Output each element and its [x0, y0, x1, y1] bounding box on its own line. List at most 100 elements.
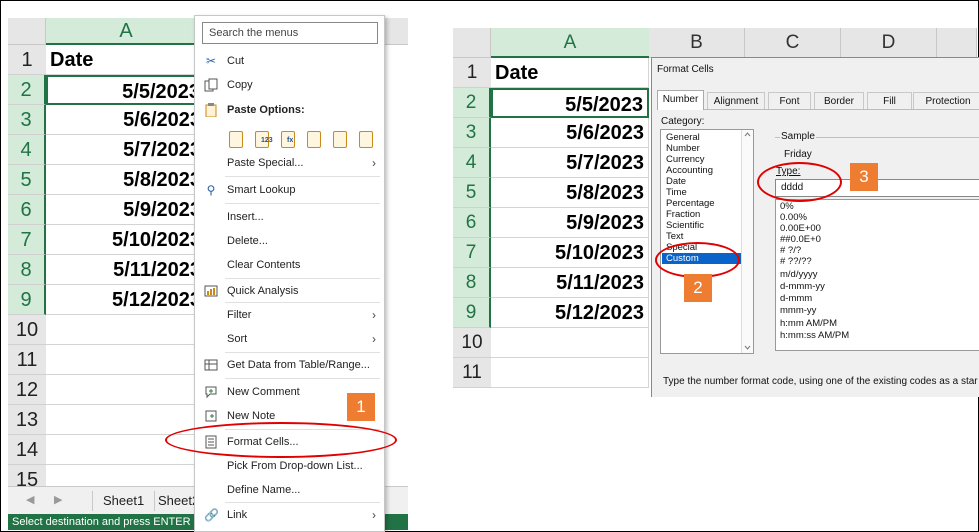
menu-item-cut[interactable]: ✂ Cut — [195, 50, 384, 72]
column-header-a[interactable]: A — [46, 18, 206, 45]
row-header[interactable]: 1 — [453, 58, 491, 88]
menu-item-quick-analysis[interactable]: Quick Analysis — [195, 280, 384, 302]
row-header[interactable]: 5 — [8, 165, 46, 195]
menu-item-filter[interactable]: Filter › — [195, 304, 384, 326]
cell-a7[interactable]: 5/10/2023 — [46, 225, 204, 255]
cell-a6[interactable]: 5/9/2023 — [46, 195, 204, 225]
format-code-item[interactable]: m/d/yyyy — [780, 269, 817, 280]
empty-cell[interactable] — [491, 358, 649, 388]
category-item[interactable]: Accounting — [666, 165, 713, 176]
row-header[interactable]: 7 — [8, 225, 46, 255]
row-header[interactable]: 2 — [8, 75, 46, 105]
row-header[interactable]: 8 — [453, 268, 491, 298]
row-header[interactable]: 2 — [453, 88, 491, 118]
column-header-e[interactable] — [937, 28, 977, 58]
row-header[interactable]: 12 — [8, 375, 46, 405]
row-header[interactable]: 13 — [8, 405, 46, 435]
cell-a2[interactable]: 5/5/2023 — [46, 75, 204, 105]
category-item[interactable]: General — [666, 132, 700, 143]
cell-a5[interactable]: 5/8/2023 — [491, 178, 649, 208]
category-item[interactable]: Text — [666, 231, 683, 242]
row-header[interactable]: 9 — [453, 298, 491, 328]
column-header-a[interactable]: A — [491, 28, 649, 58]
category-scrollbar[interactable] — [741, 130, 753, 353]
cell-a2[interactable]: 5/5/2023 — [491, 88, 649, 118]
format-code-item[interactable]: d-mmm-yy — [780, 281, 825, 292]
row-header[interactable]: 8 — [8, 255, 46, 285]
menu-item-clear-contents[interactable]: Clear Contents — [195, 254, 384, 276]
menu-item-insert[interactable]: Insert... — [195, 206, 384, 228]
empty-cell[interactable] — [46, 315, 206, 345]
empty-cell[interactable] — [46, 345, 206, 375]
cell-a4[interactable]: 5/7/2023 — [46, 135, 204, 165]
menu-item-paste-special[interactable]: Paste Special... › — [195, 152, 384, 174]
menu-item-sort[interactable]: Sort › — [195, 328, 384, 350]
cell-a1[interactable]: Date — [46, 45, 204, 75]
format-code-item[interactable]: # ??/?? — [780, 256, 812, 267]
row-header[interactable]: 6 — [8, 195, 46, 225]
paste-icon[interactable] — [225, 126, 247, 152]
row-header[interactable]: 9 — [8, 285, 46, 315]
row-header[interactable]: 14 — [8, 435, 46, 465]
paste-formulas-icon[interactable]: fx — [277, 126, 299, 152]
sheet-tab-sheet1[interactable]: Sheet1 — [92, 491, 156, 511]
scroll-right-icon[interactable]: ▶ — [54, 493, 62, 506]
category-item[interactable]: Time — [666, 187, 687, 198]
row-header[interactable]: 1 — [8, 45, 46, 75]
select-all-corner[interactable] — [8, 18, 46, 45]
paste-transpose-icon[interactable] — [303, 126, 325, 152]
menu-item-pick-from-list[interactable]: Pick From Drop-down List... — [195, 455, 384, 477]
tab-font[interactable]: Font — [768, 92, 811, 109]
tab-alignment[interactable]: Alignment — [707, 92, 765, 109]
row-header[interactable]: 7 — [453, 238, 491, 268]
row-header[interactable]: 6 — [453, 208, 491, 238]
category-item[interactable]: Currency — [666, 154, 705, 165]
format-code-item[interactable]: d-mmm — [780, 293, 812, 304]
tab-fill[interactable]: Fill — [867, 92, 912, 109]
category-item[interactable]: Scientific — [666, 220, 704, 231]
format-code-item[interactable]: # ?/? — [780, 245, 801, 256]
cell-a7[interactable]: 5/10/2023 — [491, 238, 649, 268]
format-code-item[interactable]: 0% — [780, 201, 794, 212]
row-header[interactable]: 3 — [8, 105, 46, 135]
tab-protection[interactable]: Protection — [913, 92, 979, 109]
category-item[interactable]: Percentage — [666, 198, 715, 209]
menu-item-get-data[interactable]: Get Data from Table/Range... — [195, 354, 384, 376]
cell-a6[interactable]: 5/9/2023 — [491, 208, 649, 238]
menu-item-delete[interactable]: Delete... — [195, 230, 384, 252]
cell-a4[interactable]: 5/7/2023 — [491, 148, 649, 178]
category-item[interactable]: Date — [666, 176, 686, 187]
format-code-item[interactable]: 0.00E+00 — [780, 223, 821, 234]
paste-link-icon[interactable] — [355, 126, 377, 152]
row-header[interactable]: 5 — [453, 178, 491, 208]
menu-item-define-name[interactable]: Define Name... — [195, 479, 384, 501]
cell-a9[interactable]: 5/12/2023 — [491, 298, 649, 328]
empty-cell[interactable] — [46, 375, 206, 405]
row-header[interactable]: 10 — [8, 315, 46, 345]
scroll-left-icon[interactable]: ◀ — [26, 493, 34, 506]
menu-item-smart-lookup[interactable]: ⚲ Smart Lookup — [195, 179, 384, 201]
column-header-c[interactable]: C — [745, 28, 841, 58]
tab-number[interactable]: Number — [657, 90, 704, 110]
cell-a1[interactable]: Date — [491, 58, 649, 88]
cell-a8[interactable]: 5/11/2023 — [46, 255, 204, 285]
menu-item-link[interactable]: 🔗 Link › — [195, 504, 384, 526]
column-header-b[interactable]: B — [649, 28, 745, 58]
format-code-item[interactable]: h:mm AM/PM — [780, 318, 837, 329]
category-item[interactable]: Fraction — [666, 209, 700, 220]
format-code-list[interactable]: 0% 0.00% 0.00E+00 ##0.0E+0 # ?/? # ??/??… — [775, 199, 979, 351]
paste-formatting-icon[interactable] — [329, 126, 351, 152]
format-code-item[interactable]: ##0.0E+0 — [780, 234, 821, 245]
cell-a3[interactable]: 5/6/2023 — [491, 118, 649, 148]
cell-a5[interactable]: 5/8/2023 — [46, 165, 204, 195]
column-header-d[interactable]: D — [841, 28, 937, 58]
cell-a8[interactable]: 5/11/2023 — [491, 268, 649, 298]
paste-values-icon[interactable]: 123 — [251, 126, 273, 152]
row-header[interactable]: 10 — [453, 328, 491, 358]
category-item[interactable]: Number — [666, 143, 700, 154]
row-header[interactable]: 3 — [453, 118, 491, 148]
menu-search-input[interactable]: Search the menus — [202, 22, 378, 44]
row-header[interactable]: 4 — [8, 135, 46, 165]
cell-a9[interactable]: 5/12/2023 — [46, 285, 204, 315]
select-all-corner[interactable] — [453, 28, 491, 58]
